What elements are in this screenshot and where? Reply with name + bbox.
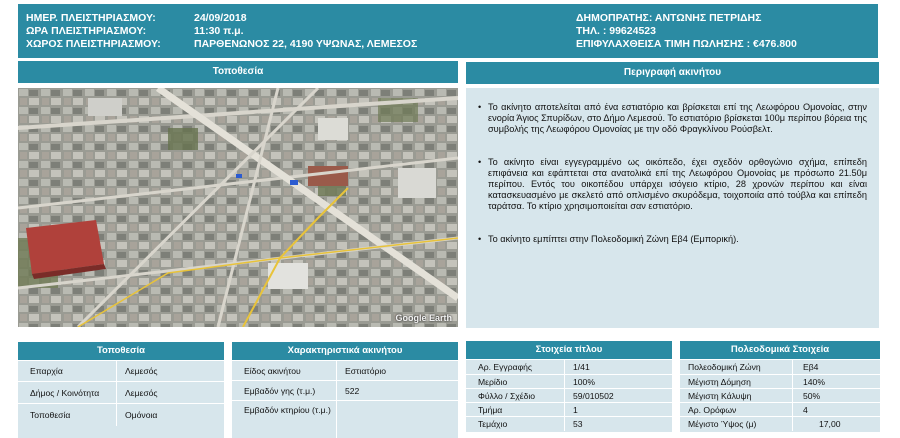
planning-table-title: Πολεοδομικά Στοιχεία	[680, 341, 880, 359]
table-row: Εμβαδόν γης (τ.μ.) 522	[232, 381, 458, 401]
features-table: Είδος ακινήτου Εστιατόριο Εμβαδόν γης (τ…	[232, 361, 458, 438]
row-value: 1/41	[564, 360, 672, 375]
auction-date-label: ΗΜΕΡ. ΠΛΕΙΣΤΗΡΙΑΣΜΟΥ:	[26, 12, 156, 24]
description-paragraph: Το ακίνητο είναι εγγεγραμμένο ως οικόπεδ…	[478, 157, 867, 212]
row-label: Αρ. Ορόφων	[688, 405, 737, 415]
table-row: Δήμος / Κοινότητα Λεμεσός	[18, 382, 224, 404]
row-label: Είδος ακινήτου	[244, 366, 301, 376]
table-row: Μέγιστη Κάλυψη 50%	[680, 389, 880, 403]
row-label: Μερίδιο	[478, 377, 508, 387]
row-label: Δήμος / Κοινότητα	[30, 388, 100, 398]
title-deeds-table: Αρ. Εγγραφής 1/41 Μερίδιο 100% Φύλλο / Σ…	[466, 360, 672, 432]
row-label: Εμβαδόν κτηρίου (τ.μ.)	[244, 405, 331, 415]
description-paragraph: Το ακίνητο εμπίπτει στην Πολεοδομική Ζών…	[478, 234, 867, 245]
map-credit: Google Earth	[395, 313, 452, 323]
reserve-price: ΕΠΙΦΥΛΑΧΘΕΙΣΑ ΤΙΜΗ ΠΩΛΗΣΗΣ : €476.800	[576, 38, 797, 50]
table-row: Μέγιστο Ύψος (μ) 17,00	[680, 417, 880, 431]
description-paragraph: Το ακίνητο αποτελείται από ένα εστιατόρι…	[478, 102, 867, 135]
row-value: Εβ4	[792, 360, 880, 375]
row-label: Φύλλο / Σχέδιο	[478, 391, 536, 401]
row-value: 1	[564, 403, 672, 417]
auction-time-value: 11:30 π.μ.	[194, 25, 244, 37]
table-row: Φύλλο / Σχέδιο 59/010502	[466, 389, 672, 403]
location-table: Επαρχία Λεμεσός Δήμος / Κοινότητα Λεμεσό…	[18, 361, 224, 438]
table-row: Είδος ακινήτου Εστιατόριο	[232, 361, 458, 381]
row-label: Εμβαδόν γης (τ.μ.)	[244, 386, 316, 396]
table-row: Τμήμα 1	[466, 403, 672, 417]
auction-place-label: ΧΩΡΟΣ ΠΛΕΙΣΤΗΡΙΑΣΜΟΥ:	[26, 38, 161, 50]
row-value: Λεμεσός	[116, 382, 224, 404]
location-table-title: Τοποθεσία	[18, 342, 224, 360]
row-value: 17,00	[792, 417, 880, 431]
location-section-title: Τοποθεσία	[18, 61, 458, 83]
row-value: 140%	[792, 375, 880, 389]
row-label: Πολεοδομική Ζώνη	[688, 362, 761, 372]
features-table-title: Χαρακτηριστικά ακινήτου	[232, 342, 458, 360]
row-label: Τοποθεσία	[30, 410, 71, 420]
row-label: Μέγιστη Δόμηση	[688, 377, 751, 387]
table-row: Μερίδιο 100%	[466, 375, 672, 389]
row-value: 522	[336, 381, 458, 401]
table-row: Αρ. Εγγραφής 1/41	[466, 360, 672, 375]
title-table-title: Στοιχεία τίτλου	[466, 341, 672, 359]
table-row: Αρ. Ορόφων 4	[680, 403, 880, 417]
row-value: 100%	[564, 375, 672, 389]
row-value: Ομόνοια	[116, 404, 224, 426]
row-value: 59/010502	[564, 389, 672, 403]
auctioneer-name: ΔΗΜΟΠΡΑΤΗΣ: ΑΝΤΩΝΗΣ ΠΕΤΡΙΔΗΣ	[576, 12, 762, 24]
row-label: Επαρχία	[30, 366, 63, 376]
row-label: Τμήμα	[478, 405, 503, 415]
table-row: Τοποθεσία Ομόνοια	[18, 404, 224, 426]
row-value: 50%	[792, 389, 880, 403]
auction-date-value: 24/09/2018	[194, 12, 247, 24]
table-row: Πολεοδομική Ζώνη Εβ4	[680, 360, 880, 375]
table-row: Επαρχία Λεμεσός	[18, 361, 224, 382]
row-label: Μέγιστη Κάλυψη	[688, 391, 752, 401]
row-value: Εστιατόριο	[336, 361, 458, 381]
row-value: 4	[792, 403, 880, 417]
property-description: Το ακίνητο αποτελείται από ένα εστιατόρι…	[466, 88, 879, 328]
row-label: Αρ. Εγγραφής	[478, 362, 533, 372]
aerial-map-image: Google Earth	[18, 88, 458, 327]
row-value: Λεμεσός	[116, 361, 224, 382]
auction-time-label: ΩΡΑ ΠΛΕΙΣΤΗΡΙΑΣΜΟΥ:	[26, 25, 147, 37]
table-row: Εμβαδόν κτηρίου (τ.μ.)	[232, 401, 458, 438]
auction-place-value: ΠΑΡΘΕΝΩΝΟΣ 22, 4190 ΥΨΩΝΑΣ, ΛΕΜΕΣΟΣ	[194, 38, 418, 50]
row-label: Μέγιστο Ύψος (μ)	[688, 419, 757, 429]
row-value	[336, 401, 458, 438]
table-row: Τεμάχιο 53	[466, 417, 672, 431]
description-section-title: Περιγραφή ακινήτου	[466, 62, 879, 84]
auction-header: ΗΜΕΡ. ΠΛΕΙΣΤΗΡΙΑΣΜΟΥ: 24/09/2018 ΩΡΑ ΠΛΕ…	[18, 4, 878, 58]
aerial-map-drawing	[18, 88, 458, 327]
planning-table: Πολεοδομική Ζώνη Εβ4 Μέγιστη Δόμηση 140%…	[680, 360, 880, 432]
row-value: 53	[564, 417, 672, 431]
row-label: Τεμάχιο	[478, 419, 508, 429]
auctioneer-phone: ΤΗΛ. : 99624523	[576, 25, 656, 37]
table-row: Μέγιστη Δόμηση 140%	[680, 375, 880, 389]
